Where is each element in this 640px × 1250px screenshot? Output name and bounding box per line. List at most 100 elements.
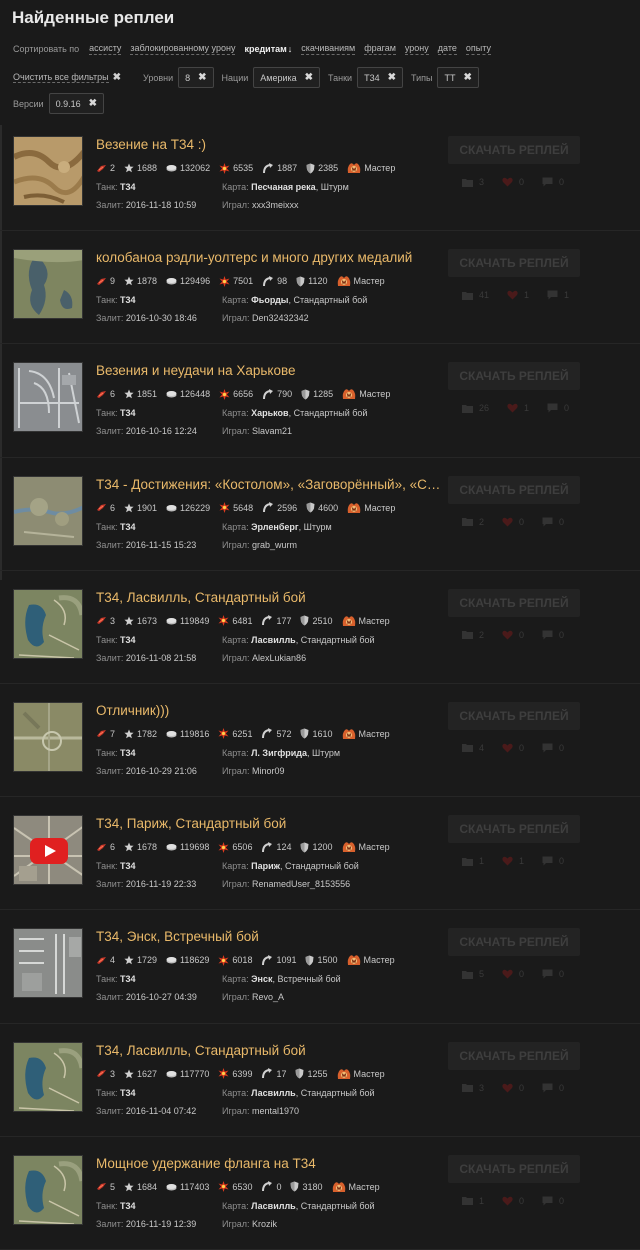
filter-chip[interactable]: ТТ ✖ <box>437 67 479 88</box>
replay-title-link[interactable]: Мощное удержание фланга на Т34 <box>96 1156 456 1171</box>
stat-blocked: 2510 <box>300 615 333 626</box>
player-name[interactable]: AlexLukian86 <box>252 653 306 663</box>
mastery-icon <box>337 275 351 287</box>
player-name[interactable]: Revo_A <box>252 992 284 1002</box>
mastery-label: Мастер <box>348 1181 380 1192</box>
map-thumbnail[interactable] <box>13 136 83 206</box>
download-replay-button[interactable]: СКАЧАТЬ РЕПЛЕЙ <box>448 815 580 844</box>
replay-title-link[interactable]: Т34, Париж, Стандартный бой <box>96 816 456 831</box>
remove-version-filter-icon[interactable]: ✖ <box>89 98 97 109</box>
sort-option[interactable]: скачиваниям <box>301 43 356 55</box>
player-name[interactable]: Krozik <box>252 1219 277 1229</box>
player-name[interactable]: xxx3meixxx <box>252 200 299 210</box>
sort-option[interactable]: кредитам <box>244 44 286 55</box>
replay-stats: 4 1729 118629 6018 1091 1500 Мастер <box>96 954 404 966</box>
map-thumbnail[interactable] <box>13 475 83 546</box>
download-replay-button[interactable]: СКАЧАТЬ РЕПЛЕЙ <box>448 588 580 617</box>
mastery-icon <box>342 615 356 627</box>
youtube-play-icon[interactable] <box>30 838 68 865</box>
counter-c1: 1 <box>462 856 484 866</box>
download-replay-button[interactable]: СКАЧАТЬ РЕПЛЕЙ <box>448 249 580 278</box>
sort-option[interactable]: заблокированному урону <box>130 43 236 55</box>
remove-filter-icon[interactable]: ✖ <box>388 72 396 83</box>
player-info: Играл: xxx3meixxx <box>222 200 299 210</box>
map-thumbnail[interactable] <box>13 815 83 886</box>
stat-xp: 1688 <box>124 163 157 173</box>
sort-option[interactable]: ассисту <box>89 43 122 55</box>
map-thumbnail[interactable] <box>13 249 83 320</box>
counter-c2: 0 <box>502 630 524 640</box>
remove-filter-icon[interactable]: ✖ <box>305 72 313 83</box>
replay-title-link[interactable]: Т34, Ласвилль, Стандартный бой <box>96 1043 456 1058</box>
download-replay-button[interactable]: СКАЧАТЬ РЕПЛЕЙ <box>448 1041 580 1070</box>
clear-all-filters-link[interactable]: Очистить все фильтры <box>13 72 109 83</box>
counter-value: 1 <box>524 290 530 301</box>
download-replay-button[interactable]: СКАЧАТЬ РЕПЛЕЙ <box>448 1154 580 1183</box>
stat-xp-value: 1851 <box>137 389 158 400</box>
download-replay-button[interactable]: СКАЧАТЬ РЕПЛЕЙ <box>448 701 580 730</box>
map-thumbnail[interactable] <box>13 362 83 433</box>
filter-chip[interactable]: Т34 ✖ <box>357 67 403 88</box>
stat-blocked-value: 1500 <box>317 955 338 966</box>
map-thumbnail[interactable] <box>13 1154 83 1225</box>
player-name[interactable]: RenamedUser_8153556 <box>252 879 350 889</box>
stat-blocked: 3180 <box>290 1181 323 1192</box>
mastery-label: Мастер <box>353 276 385 287</box>
filter-chip[interactable]: 8 ✖ <box>178 67 214 88</box>
map-label: Карта: <box>222 408 249 419</box>
comments-icon <box>542 177 553 187</box>
player-name[interactable]: Den32432342 <box>252 313 309 323</box>
player-name[interactable]: Slavam21 <box>252 426 292 436</box>
sort-option[interactable]: дате <box>437 43 457 55</box>
sort-option[interactable]: опыту <box>465 43 491 55</box>
replay-title-link[interactable]: Т34 - Достижения: «Костолом», «Заговорён… <box>96 477 456 492</box>
player-name[interactable]: mental1970 <box>252 1106 299 1116</box>
player-name[interactable]: grab_wurm <box>252 540 297 550</box>
version-filter-chip[interactable]: 0.9.16 ✖ <box>48 93 104 114</box>
stat-xp-value: 1684 <box>137 1181 158 1192</box>
counter-value: 0 <box>519 742 525 753</box>
download-replay-button[interactable]: СКАЧАТЬ РЕПЛЕЙ <box>448 928 580 957</box>
map-thumbnail[interactable] <box>13 1041 83 1112</box>
map-thumbnail[interactable] <box>13 701 83 772</box>
player-name[interactable]: Minor09 <box>252 766 285 776</box>
replay-title-link[interactable]: Т34, Ласвилль, Стандартный бой <box>96 590 456 605</box>
replay-title-link[interactable]: Везения и неудачи на Харькове <box>96 363 456 378</box>
clear-all-close-icon[interactable]: ✖ <box>113 72 121 83</box>
download-replay-button[interactable]: СКАЧАТЬ РЕПЛЕЙ <box>448 136 580 164</box>
replay-meta-line1: Танк: Т34 Карта: Ласвилль, Стандартный бо… <box>96 1201 375 1211</box>
replay-counters: 1 1 0 <box>462 856 582 866</box>
replay-title-link[interactable]: Т34, Энск, Встречный бой <box>96 929 456 944</box>
filter-chip[interactable]: Америка ✖ <box>253 67 321 88</box>
stat-credits: 117770 <box>166 1069 209 1079</box>
map-thumbnail[interactable] <box>13 588 83 659</box>
mastery-badge: Мастер <box>337 275 385 287</box>
played-label: Играл: <box>222 1105 250 1116</box>
sort-option[interactable]: фрагам <box>364 43 396 55</box>
player-info: Играл: mental1970 <box>222 1106 299 1116</box>
stat-damage: 7501 <box>219 275 253 287</box>
counter-c2: 0 <box>502 969 524 979</box>
tank-label: Танк: <box>96 747 118 758</box>
battle-mode: , Стандартный бой <box>288 295 368 306</box>
replay-item: Отличник))) 7 1782 119816 6251 572 1610 Мастер Т… <box>0 684 640 798</box>
uploaded-label: Залит: <box>96 879 124 890</box>
download-replay-button[interactable]: СКАЧАТЬ РЕПЛЕЙ <box>448 475 580 504</box>
assist-icon <box>262 162 274 174</box>
mastery-icon <box>342 388 356 400</box>
replay-title-link[interactable]: Отличник))) <box>96 703 456 718</box>
sort-option[interactable]: урону <box>404 43 429 55</box>
stat-xp: 1627 <box>124 1069 157 1079</box>
replay-title-link[interactable]: Везение на Т34 :) <box>96 137 456 152</box>
download-replay-button[interactable]: СКАЧАТЬ РЕПЛЕЙ <box>448 362 580 391</box>
remove-filter-icon[interactable]: ✖ <box>198 72 206 83</box>
replay-list: Везение на Т34 :) 2 1688 132062 6535 1887 2385… <box>0 118 640 1250</box>
kills-icon <box>96 1069 107 1078</box>
map-thumbnail[interactable] <box>13 928 83 999</box>
stat-credits-value: 119816 <box>180 728 210 739</box>
counter-c1: 3 <box>462 1083 484 1093</box>
remove-filter-icon[interactable]: ✖ <box>463 72 471 83</box>
stat-credits-value: 119698 <box>180 842 210 853</box>
counter-value: 0 <box>519 1082 525 1093</box>
replay-title-link[interactable]: колобаноа рэдли-уолтерс и много других м… <box>96 250 456 265</box>
